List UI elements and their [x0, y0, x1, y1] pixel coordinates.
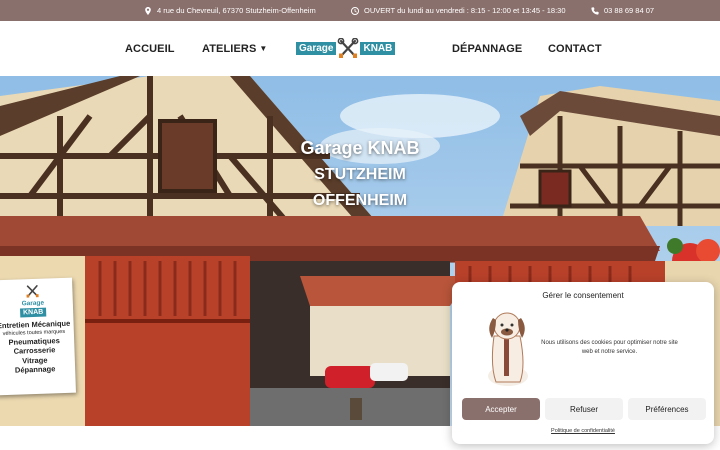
phone-info[interactable]: 03 88 69 84 07 [591, 0, 654, 21]
badge-logo: Garage KNAB [11, 283, 54, 318]
badge-logo-top: Garage [21, 299, 45, 308]
address-text: 4 rue du Chevreuil, 67370 Stutzheim-Offe… [157, 6, 316, 15]
nav-contact[interactable]: CONTACT [548, 21, 602, 76]
accept-cookies-button[interactable]: Accepter [462, 398, 540, 420]
cookie-consent-dialog: Gérer le consentement Nous utilisons des… [452, 282, 714, 444]
cookie-preferences-button[interactable]: Préférences [628, 398, 706, 420]
logo-word-knab: KNAB [360, 42, 396, 55]
site-header: ACCUEIL ATELIERS ▼ Garage KNAB DÉPANNAGE… [0, 21, 720, 76]
logo-word-garage: Garage [296, 42, 337, 55]
hero-title: Garage KNAB [300, 138, 420, 158]
chevron-down-icon: ▼ [259, 44, 268, 53]
refuse-cookies-button[interactable]: Refuser [545, 398, 623, 420]
badge-logo-bottom: KNAB [19, 307, 47, 318]
nav-ateliers[interactable]: ATELIERS ▼ [202, 21, 267, 76]
top-info-bar: 4 rue du Chevreuil, 67370 Stutzheim-Offe… [0, 0, 720, 21]
phone-text[interactable]: 03 88 69 84 07 [604, 6, 654, 15]
cookie-title: Gérer le consentement [542, 291, 624, 300]
hours-info: OUVERT du lundi au vendredi : 8:15 - 12:… [351, 0, 566, 21]
dog-illustration-icon [488, 312, 528, 386]
badge-service: Dépannage [14, 364, 56, 375]
hero-subtitle-offenheim: OFFENHEIM [312, 192, 408, 209]
cookie-message: Nous utilisons des cookies pour optimise… [541, 340, 678, 355]
hero-subtitle-stutzheim: STUTZHEIM [314, 166, 406, 183]
site-logo[interactable]: Garage KNAB [296, 38, 414, 59]
phone-icon [591, 6, 599, 15]
map-pin-icon [145, 6, 151, 15]
nav-depannage[interactable]: DÉPANNAGE [452, 21, 522, 76]
hours-text: OUVERT du lundi au vendredi : 8:15 - 12:… [364, 6, 566, 15]
clock-icon [351, 6, 359, 15]
privacy-policy-link[interactable]: Politique de confidentialité [452, 428, 714, 434]
wrench-tools-icon [26, 285, 39, 298]
services-badge: Garage KNAB Entretien Mécanique véhicule… [0, 277, 76, 396]
nav-accueil[interactable]: ACCUEIL [125, 21, 175, 76]
address-info: 4 rue du Chevreuil, 67370 Stutzheim-Offe… [144, 0, 316, 21]
nav-ateliers-label: ATELIERS [202, 42, 257, 55]
wrench-tools-icon [338, 38, 359, 58]
